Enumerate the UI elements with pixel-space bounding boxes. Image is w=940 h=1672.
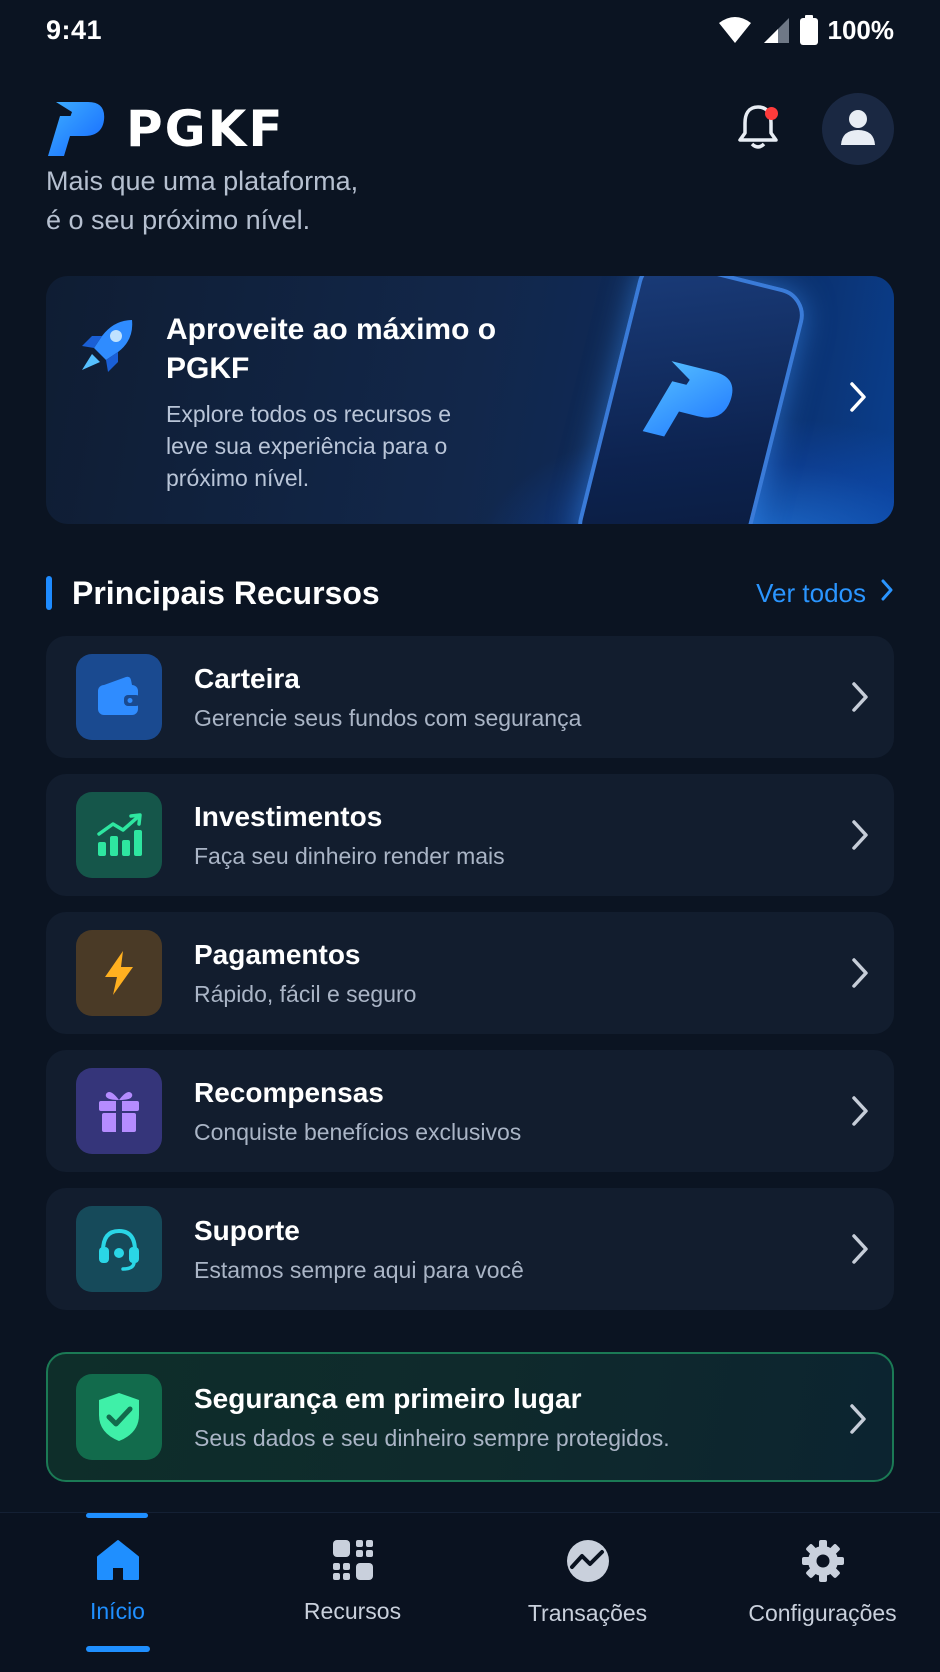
see-all-link[interactable]: Ver todos xyxy=(756,578,894,609)
battery-level: 100% xyxy=(827,14,895,45)
notifications-button[interactable] xyxy=(730,101,786,157)
chevron-right-icon xyxy=(848,380,868,419)
chevron-right-icon xyxy=(850,680,870,719)
feature-texts: Carteira Gerencie seus fundos com segura… xyxy=(194,663,581,732)
feature-title: Suporte xyxy=(194,1214,300,1246)
nav-label: Transações xyxy=(527,1600,648,1626)
chart-growth-icon xyxy=(76,792,162,878)
feature-card-carteira[interactable]: Carteira Gerencie seus fundos com segura… xyxy=(46,636,894,758)
nav-label: Recursos xyxy=(303,1598,402,1624)
chevron-right-icon xyxy=(880,578,894,609)
nav-item-recursos[interactable]: Recursos xyxy=(235,1513,470,1672)
nav-active-indicator xyxy=(85,1646,150,1652)
feature-texts: Suporte Estamos sempre aqui para você xyxy=(194,1215,524,1284)
section-accent-bar xyxy=(46,576,52,610)
section-header: Principais Recursos Ver todos xyxy=(46,568,894,618)
home-icon xyxy=(96,1539,140,1586)
transactions-icon xyxy=(566,1539,610,1588)
chevron-right-icon xyxy=(850,1094,870,1133)
feature-texts: Investimentos Faça seu dinheiro render m… xyxy=(194,801,505,870)
rocket-icon xyxy=(74,314,140,385)
banner-title: Aproveite ao máximo o PGKF xyxy=(166,313,497,385)
security-subtitle: Seus dados e seu dinheiro sempre protegi… xyxy=(194,1424,670,1451)
see-all-label: Ver todos xyxy=(756,577,866,608)
lightning-icon xyxy=(76,930,162,1016)
notification-badge xyxy=(765,107,778,120)
section-title-wrap: Principais Recursos xyxy=(46,575,380,612)
feature-subtitle: Conquiste benefícios exclusivos xyxy=(194,1118,522,1145)
status-indicators: 100% xyxy=(718,14,895,46)
chevron-right-icon xyxy=(850,818,870,857)
phone-logo-icon xyxy=(637,352,742,461)
banner-text: Explore todos os recursos e leve sua exp… xyxy=(166,401,452,491)
headset-icon xyxy=(76,1206,162,1292)
brand: PGKF xyxy=(46,98,285,160)
nav-item-configuracoes[interactable]: Configurações xyxy=(705,1513,940,1672)
chevron-right-icon xyxy=(850,1232,870,1271)
feature-texts: Recompensas Conquiste benefícios exclusi… xyxy=(194,1077,521,1146)
security-card[interactable]: Segurança em primeiro lugar Seus dados e… xyxy=(46,1352,894,1482)
cellular-signal-icon xyxy=(762,16,790,44)
feature-subtitle: Rápido, fácil e seguro xyxy=(194,980,417,1007)
wifi-icon xyxy=(718,16,752,44)
grid-icon xyxy=(332,1539,374,1586)
tagline-line-2: é o seu próximo nível. xyxy=(46,205,311,235)
nav-item-transacoes[interactable]: Transações xyxy=(470,1513,705,1672)
brand-name: PGKF xyxy=(126,100,285,158)
feature-list: Carteira Gerencie seus fundos com segura… xyxy=(46,636,894,1326)
security-texts: Segurança em primeiro lugar Seus dados e… xyxy=(194,1383,670,1452)
feature-subtitle: Estamos sempre aqui para você xyxy=(194,1256,524,1283)
promo-banner[interactable]: Aproveite ao máximo o PGKF Explore todos… xyxy=(46,276,894,524)
feature-card-pagamentos[interactable]: Pagamentos Rápido, fácil e seguro xyxy=(46,912,894,1034)
feature-card-investimentos[interactable]: Investimentos Faça seu dinheiro render m… xyxy=(46,774,894,896)
gear-icon xyxy=(801,1539,845,1588)
battery-icon xyxy=(799,15,818,45)
header-actions xyxy=(730,93,894,165)
shield-check-icon xyxy=(76,1374,162,1460)
profile-avatar-button[interactable] xyxy=(822,93,894,165)
status-bar: 9:41 100% xyxy=(0,0,940,60)
feature-title: Investimentos xyxy=(194,800,383,832)
chevron-right-icon xyxy=(848,1402,868,1441)
feature-title: Recompensas xyxy=(194,1076,384,1108)
feature-subtitle: Faça seu dinheiro render mais xyxy=(194,842,505,869)
wallet-icon xyxy=(76,654,162,740)
feature-card-recompensas[interactable]: Recompensas Conquiste benefícios exclusi… xyxy=(46,1050,894,1172)
app-header: PGKF xyxy=(46,84,894,174)
user-icon xyxy=(838,107,878,152)
section-title: Principais Recursos xyxy=(72,574,380,611)
tagline: Mais que uma plataforma, é o seu próximo… xyxy=(46,162,546,240)
status-time: 9:41 xyxy=(46,14,103,45)
tagline-line-1: Mais que uma plataforma, xyxy=(46,166,359,196)
feature-subtitle: Gerencie seus fundos com segurança xyxy=(194,704,582,731)
nav-label: Início xyxy=(90,1598,145,1624)
feature-texts: Pagamentos Rápido, fácil e seguro xyxy=(194,939,416,1008)
security-title: Segurança em primeiro lugar xyxy=(194,1382,582,1414)
bottom-navigation: Início Recursos Transações Configurações xyxy=(0,1512,940,1672)
feature-title: Pagamentos xyxy=(194,938,361,970)
feature-card-suporte[interactable]: Suporte Estamos sempre aqui para você xyxy=(46,1188,894,1310)
gift-icon xyxy=(76,1068,162,1154)
nav-label: Configurações xyxy=(748,1600,897,1626)
nav-item-inicio[interactable]: Início xyxy=(0,1513,235,1672)
feature-title: Carteira xyxy=(194,662,300,694)
chevron-right-icon xyxy=(850,956,870,995)
pgkf-logo-icon xyxy=(46,98,108,160)
